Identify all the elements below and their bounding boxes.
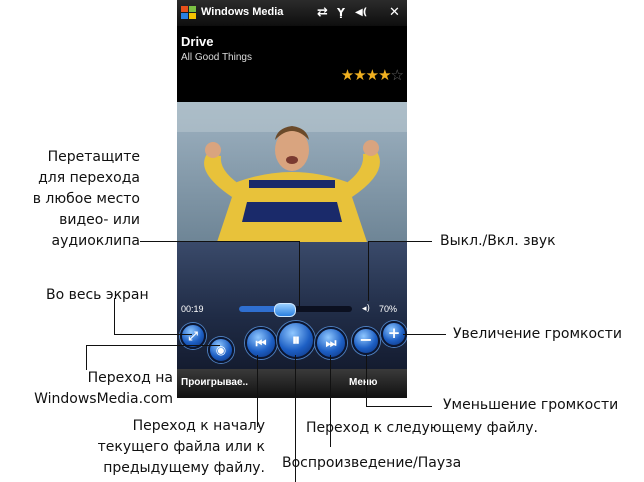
volume-down-button[interactable]: − (352, 327, 380, 355)
callout-prev-line1: Переход к началу (132, 418, 265, 434)
callout-volume-down: Уменьшение громкости (443, 397, 619, 413)
video-frame-image (177, 102, 407, 242)
album-title: All Good Things (181, 52, 252, 63)
next-button[interactable]: ⏭ (315, 327, 347, 359)
callout-windowsmedia: Переход на WindowsMedia.com (0, 368, 173, 410)
callout-seek-line3: в любое место (32, 191, 140, 207)
rating-stars[interactable]: ★★★★☆ (341, 66, 404, 84)
minus-icon: − (359, 330, 373, 349)
callout-seek-line5: аудиоклипа (51, 233, 140, 249)
windowsmedia-button[interactable]: ◉ (208, 337, 234, 363)
callout-next: Переход к следующему файлу. (306, 420, 538, 436)
player-controls: 00:19 ◂) 70% ⤢ ◉ ⏮ ⏸ ⏭ − + (177, 242, 407, 369)
callout-prev: Переход к началу текущего файла или к пр… (60, 416, 265, 479)
callout-line-windowsmedia-v (86, 345, 87, 370)
callout-line-seek-down (299, 241, 300, 307)
play-pause-button[interactable]: ⏸ (277, 321, 315, 359)
callout-seek-line2: для перехода (38, 170, 140, 186)
phone-screen: Windows Media ⇄ Ỵ ◀( ✕ Drive All Good Th… (177, 0, 407, 398)
callout-line-seek (140, 241, 300, 242)
previous-button[interactable]: ⏮ (245, 327, 277, 359)
callout-line-mute-up (368, 241, 369, 301)
callout-line-mute (368, 241, 432, 242)
volume-level: 70% (379, 304, 398, 314)
star-icon[interactable]: ★ (341, 66, 354, 84)
connectivity-icon[interactable]: ⇄ (317, 5, 328, 21)
callout-line-volume-down-h (366, 406, 432, 407)
pause-icon: ⏸ (291, 330, 300, 349)
callout-mute: Выкл./Вкл. звук (440, 233, 556, 249)
close-icon[interactable]: ✕ (389, 5, 400, 21)
callout-volume-up: Увеличение громкости (453, 326, 622, 342)
callout-seek-line1: Перетащите (47, 149, 140, 165)
app-title: Windows Media (201, 6, 284, 18)
signal-icon[interactable]: Ỵ (337, 5, 345, 21)
star-icon[interactable]: ☆ (391, 66, 404, 84)
callout-line-volume-down-v (366, 355, 367, 407)
title-bar: Windows Media ⇄ Ỵ ◀( ✕ (177, 0, 407, 26)
skip-forward-icon: ⏭ (325, 336, 337, 350)
star-icon[interactable]: ★ (378, 66, 391, 84)
seek-bar[interactable] (239, 303, 352, 317)
callout-windowsmedia-line1: Переход на (87, 370, 173, 386)
elapsed-time: 00:19 (181, 304, 204, 314)
callout-line-windowsmedia (86, 345, 220, 346)
callout-line-fullscreen-h (114, 334, 192, 335)
seek-thumb[interactable] (274, 303, 297, 317)
callout-seek-line4: видео- или (59, 212, 140, 228)
video-area[interactable] (177, 102, 407, 242)
callout-seek: Перетащите для перехода в любое место ви… (0, 147, 140, 252)
callout-prev-line3: предыдущему файлу. (103, 460, 265, 476)
skip-back-icon: ⏮ (255, 336, 267, 350)
star-icon[interactable]: ★ (366, 66, 379, 84)
now-playing-info: Drive All Good Things ★★★★☆ (177, 26, 407, 102)
star-icon[interactable]: ★ (353, 66, 366, 84)
callout-fullscreen: Во весь экран (46, 287, 149, 303)
softkey-bar: Проигрывае.. Меню (177, 369, 407, 398)
globe-icon: ◉ (215, 343, 227, 357)
callout-windowsmedia-line2: WindowsMedia.com (34, 391, 173, 407)
mute-toggle-icon[interactable]: ◂) (362, 304, 370, 314)
speaker-icon[interactable]: ◀( (355, 5, 367, 21)
callout-line-volume-up (403, 334, 446, 335)
callout-play-pause: Воспроизведение/Пауза (282, 455, 462, 471)
fullscreen-icon: ⤢ (188, 329, 198, 343)
song-title: Drive (181, 34, 214, 49)
plus-icon: + (387, 324, 401, 342)
callout-prev-line2: текущего файла или к (97, 439, 265, 455)
windows-flag-icon[interactable] (181, 6, 197, 20)
softkey-menu[interactable]: Меню (349, 377, 377, 388)
softkey-now-playing[interactable]: Проигрывае.. (181, 377, 248, 388)
